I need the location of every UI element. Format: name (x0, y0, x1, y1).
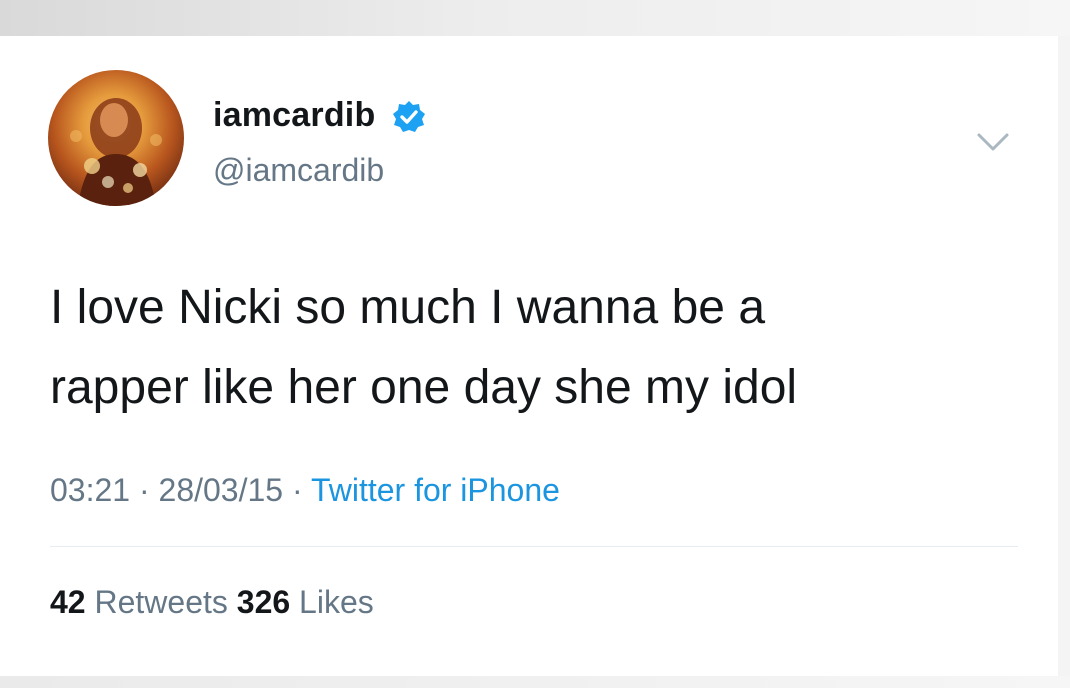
tweet-date[interactable]: 28/03/15 (159, 472, 284, 508)
user-handle[interactable]: @iamcardib (213, 152, 384, 189)
retweets-stat[interactable]: 42 Retweets (50, 584, 228, 620)
tweet-source-link[interactable]: Twitter for iPhone (311, 472, 560, 508)
display-name[interactable]: iamcardib (213, 96, 375, 135)
meta-separator: · (138, 472, 150, 508)
tweet-time[interactable]: 03:21 (50, 472, 130, 508)
avatar[interactable] (48, 70, 184, 206)
likes-label: Likes (299, 584, 374, 620)
tweet-stats: 42 Retweets 326 Likes (50, 584, 374, 621)
meta-separator: · (291, 472, 303, 508)
tweet-text: I love Nicki so much I wanna be a rapper… (50, 268, 1010, 428)
screenshot-bottom-edge (0, 676, 1070, 688)
tweet-text-line: rapper like her one day she my idol (50, 361, 798, 414)
divider (50, 546, 1018, 547)
likes-count: 326 (236, 584, 291, 620)
screenshot-top-edge (0, 0, 1070, 36)
tweet-card: iamcardib @iamcardib I love Nicki so muc… (0, 36, 1058, 676)
retweets-count: 42 (50, 584, 86, 620)
chevron-down-icon[interactable] (974, 130, 1012, 154)
likes-stat[interactable]: 326 Likes (237, 584, 374, 620)
verified-badge-icon (393, 101, 425, 132)
tweet-text-line: I love Nicki so much I wanna be a (50, 281, 766, 334)
tweet-metadata: 03:21 · 28/03/15 · Twitter for iPhone (50, 472, 560, 509)
retweets-label: Retweets (94, 584, 228, 620)
screenshot-right-edge (1058, 36, 1070, 676)
